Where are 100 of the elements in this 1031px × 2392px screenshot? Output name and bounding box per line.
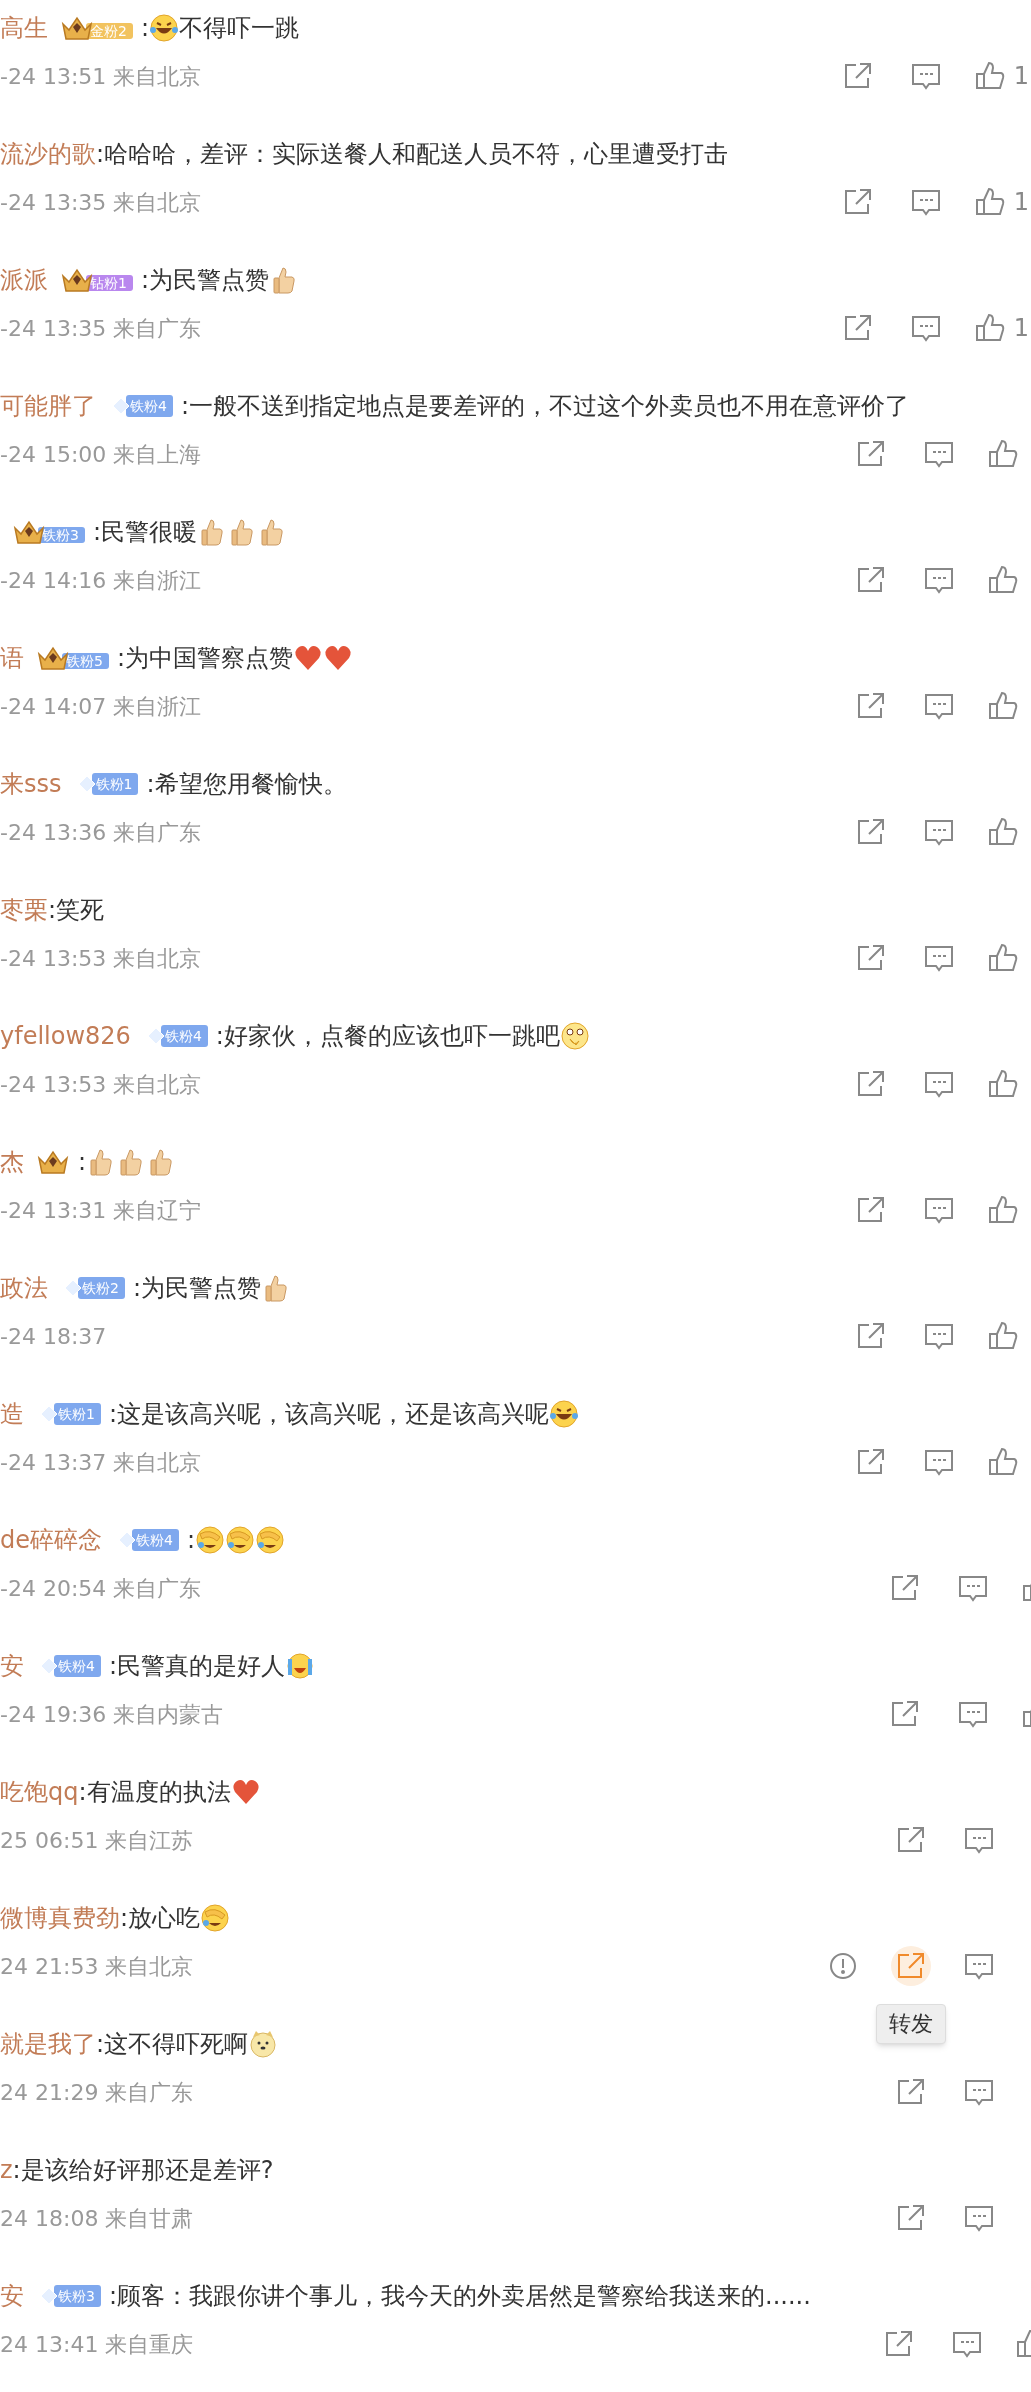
comment-text: :有温度的执法	[78, 1777, 231, 1808]
comment-time: -24 18:37	[0, 1322, 107, 1351]
laughing-emoji-icon	[549, 1399, 579, 1429]
user-name[interactable]: yfellow826	[0, 1018, 131, 1054]
comment-text: :笑死	[48, 895, 105, 926]
comment-text: :为民警点赞	[132, 1273, 261, 1304]
comment-time: -24 20:54 来自广东	[0, 1574, 202, 1603]
comment-text: :	[140, 13, 149, 44]
like-button[interactable]: 1	[973, 308, 1029, 348]
thumbs-up-icon	[987, 564, 1019, 596]
user-name[interactable]: 枣栗	[0, 892, 48, 928]
comment-text: :希望您用餐愉快。	[146, 769, 347, 800]
fan-badge: 金粉2	[86, 23, 133, 39]
like-count: 1	[1013, 313, 1029, 344]
user-name[interactable]: 吃饱qq	[0, 1774, 79, 1810]
like-button[interactable]: 1	[973, 182, 1029, 222]
comment-time: -24 19:36 来自内蒙古	[0, 1700, 224, 1729]
diamond-icon	[77, 775, 96, 793]
user-name[interactable]: de碎碎念	[0, 1522, 102, 1558]
comment-time: -24 13:35 来自广东	[0, 314, 202, 343]
diamond-icon	[40, 1657, 58, 1675]
user-name[interactable]: 流沙的歌	[0, 136, 96, 172]
user-name[interactable]: 安	[0, 2278, 24, 2314]
diamond-icon	[112, 397, 130, 415]
fan-badge: 铁粉2	[78, 1277, 125, 1299]
fan-badge: 铁粉5	[62, 653, 109, 669]
thumbs-up-icon	[987, 1320, 1019, 1352]
comment-time: 24 18:08 来自甘肃	[0, 2204, 194, 2233]
comment-time: -24 15:00 来自上海	[0, 440, 202, 469]
comment-text: :为民警点赞	[140, 265, 269, 296]
surprised-emoji-icon	[559, 1021, 590, 1051]
user-name[interactable]: 政法	[0, 1270, 48, 1306]
comment-time: -24 13:31 来自辽宁	[0, 1196, 202, 1225]
fan-badge: 铁粉4	[126, 395, 173, 417]
laughing-emoji-icon	[149, 13, 179, 43]
comment-text: :民警真的是好人	[108, 1651, 285, 1682]
user-name[interactable]: 派派	[0, 262, 48, 298]
thumbs-up-icon	[987, 438, 1019, 470]
user-name[interactable]: 高生	[0, 10, 48, 46]
comment-text: :一般不送到指定地点是要差评的，不过这个外卖员也不用在意评价了	[180, 391, 909, 422]
comment-time: -24 13:36 来自广东	[0, 818, 202, 847]
diamond-icon	[64, 1279, 82, 1297]
fan-badge: 铁粉3	[38, 527, 85, 543]
comment-text: :顾客：我跟你讲个事儿，我今天的外卖居然是警察给我送来的......	[108, 2281, 811, 2312]
covering-face-emoji-icon	[255, 1525, 285, 1555]
comment-text: :哈哈哈，差评：实际送餐人和配送人员不符，心里遭受打击	[96, 139, 729, 170]
covering-face-emoji-icon	[200, 1903, 231, 1933]
diamond-icon	[40, 2287, 58, 2305]
dog-emoji-icon	[248, 2029, 279, 2059]
user-name[interactable]: 语	[0, 640, 24, 676]
thumbs-up-icon	[987, 1068, 1019, 1100]
crying-emoji-icon	[285, 1651, 315, 1681]
comment-text: :这不得吓死啊	[96, 2029, 249, 2060]
covering-face-emoji-icon	[225, 1525, 255, 1555]
repost-button[interactable]	[891, 1946, 931, 1986]
thumbs-up-icon	[987, 1446, 1019, 1478]
comment-time: -24 13:53 来自北京	[0, 1070, 202, 1099]
comment-text: :民警很暖	[92, 517, 197, 548]
comment-time: 24 21:29 来自广东	[0, 2078, 194, 2107]
covering-face-emoji-icon	[195, 1525, 225, 1555]
comment-time: 24 13:41 来自重庆	[0, 2330, 194, 2359]
comment-text: 不得吓一跳	[179, 13, 299, 44]
thumbs-up-icon	[987, 816, 1019, 848]
like-button[interactable]: 1	[973, 56, 1029, 96]
thumbs-up-icon	[973, 186, 1006, 218]
user-name[interactable]: 来sss	[0, 766, 62, 802]
comment-time: -24 13:51 来自北京	[0, 62, 202, 91]
fan-badge: 铁粉3	[54, 2285, 101, 2307]
thumbs-up-icon	[987, 1194, 1019, 1226]
thumbs-up-icon	[973, 312, 1006, 344]
user-name[interactable]: 微博真费劲	[0, 1900, 120, 1936]
user-name[interactable]: 就是我了	[0, 2026, 96, 2062]
comment-text: :	[78, 1147, 87, 1178]
comment-time: -24 14:16 来自浙江	[0, 566, 202, 595]
comment-text: :这是该高兴呢，该高兴呢，还是该高兴呢	[108, 1399, 549, 1430]
user-name[interactable]: z	[0, 2152, 13, 2188]
comment-time: 24 21:53 来自北京	[0, 1952, 194, 1981]
diamond-icon	[118, 1531, 136, 1549]
diamond-icon	[40, 1405, 58, 1423]
comment-text: :是该给好评那还是差评?	[12, 2155, 274, 2186]
thumbs-up-icon	[987, 690, 1019, 722]
fan-badge: 铁粉1	[54, 1403, 101, 1425]
fan-badge: 铁粉4	[132, 1529, 179, 1551]
comment-time: -24 13:35 来自北京	[0, 188, 202, 217]
user-name[interactable]: 造	[0, 1396, 24, 1432]
comment-text: :为中国警察点赞	[116, 643, 293, 674]
crown-icon	[36, 1148, 70, 1176]
like-count: 1	[1013, 61, 1029, 92]
fan-badge: 铁粉1	[91, 773, 139, 795]
fan-badge: 铁粉4	[54, 1655, 101, 1677]
user-name[interactable]: 杰	[0, 1144, 24, 1180]
user-name[interactable]: 可能胖了	[0, 388, 96, 424]
comment-time: 25 06:51 来自江苏	[0, 1826, 194, 1855]
thumbs-up-icon	[987, 942, 1019, 974]
tooltip: 转发	[876, 2004, 946, 2044]
user-name[interactable]: 安	[0, 1648, 24, 1684]
like-count: 1	[1013, 187, 1029, 218]
fan-badge: 钻粉1	[86, 275, 133, 291]
comment-time: -24 14:07 来自浙江	[0, 692, 202, 721]
comment-text: :好家伙，点餐的应该也吓一跳吧	[215, 1021, 560, 1052]
